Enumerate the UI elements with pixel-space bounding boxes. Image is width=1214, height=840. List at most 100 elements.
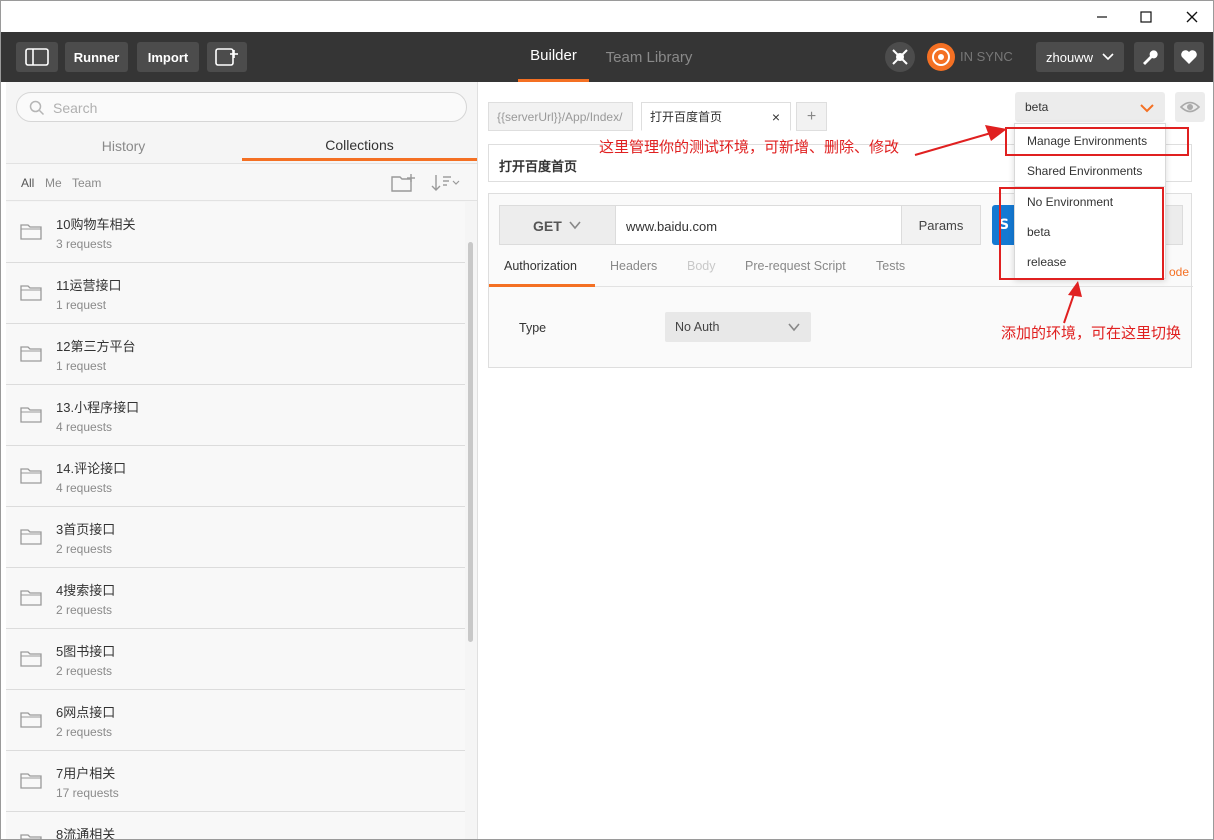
sync-status-label: IN SYNC bbox=[960, 49, 1013, 64]
heart-icon bbox=[1181, 50, 1197, 64]
collection-item[interactable]: 10购物车相关 3 requests bbox=[6, 202, 465, 263]
collection-name: 3首页接口 bbox=[56, 522, 116, 537]
add-tab-button[interactable]: + bbox=[796, 102, 827, 131]
folder-icon bbox=[20, 346, 42, 362]
import-button[interactable]: Import bbox=[137, 42, 199, 72]
environment-selected: beta bbox=[1025, 100, 1049, 114]
folder-icon bbox=[20, 285, 42, 301]
collection-list: 10购物车相关 3 requests 11运营接口 1 request 12第三… bbox=[6, 202, 465, 840]
collection-count: 4 requests bbox=[56, 420, 113, 434]
request-tab[interactable]: {{serverUrl}}/App/Index/ bbox=[488, 102, 633, 131]
chevron-down-icon bbox=[1140, 104, 1154, 113]
tab-team-library[interactable]: Team Library bbox=[599, 32, 699, 82]
close-tab-icon[interactable]: × bbox=[772, 109, 780, 125]
collection-name: 12第三方平台 bbox=[56, 339, 136, 354]
wrench-icon bbox=[1143, 50, 1158, 65]
folder-icon bbox=[20, 407, 42, 423]
folder-icon bbox=[20, 529, 42, 545]
tab-headers[interactable]: Headers bbox=[610, 259, 657, 273]
collection-name: 7用户相关 bbox=[56, 766, 116, 781]
sync-status-icon[interactable] bbox=[926, 42, 956, 72]
search-input[interactable]: Search bbox=[16, 92, 467, 122]
sidebar-icon bbox=[25, 48, 49, 66]
collection-item[interactable]: 12第三方平台 1 request bbox=[6, 324, 465, 385]
collection-count: 1 request bbox=[56, 298, 107, 312]
collection-item[interactable]: 14.评论接口 4 requests bbox=[6, 446, 465, 507]
tab-builder[interactable]: Builder bbox=[518, 32, 589, 82]
request-tab-active[interactable]: 打开百度首页 × bbox=[641, 102, 791, 131]
new-window-button[interactable] bbox=[207, 42, 247, 72]
tab-authorization[interactable]: Authorization bbox=[504, 259, 577, 273]
url-input[interactable]: www.baidu.com bbox=[615, 205, 902, 245]
app-header: Runner Import Builder Team Library IN SY… bbox=[1, 32, 1213, 82]
tab-pre-request-script[interactable]: Pre-request Script bbox=[745, 259, 846, 273]
collection-name: 6网点接口 bbox=[56, 705, 116, 720]
tab-body[interactable]: Body bbox=[687, 259, 716, 273]
shared-environments-option[interactable]: Shared Environments bbox=[1027, 164, 1142, 178]
heart-button[interactable] bbox=[1174, 42, 1204, 72]
chevron-down-icon bbox=[569, 221, 581, 230]
method-select[interactable]: GET bbox=[499, 205, 616, 245]
auth-type-select[interactable]: No Auth bbox=[665, 312, 811, 342]
collection-filters: All Me Team bbox=[6, 163, 477, 201]
request-tab-label: 打开百度首页 bbox=[650, 110, 723, 124]
satellite-icon bbox=[892, 49, 908, 65]
collection-count: 2 requests bbox=[56, 542, 113, 556]
sidebar: Search History Collections All Me Team 1… bbox=[6, 82, 478, 840]
collection-item[interactable]: 3首页接口 2 requests bbox=[6, 507, 465, 568]
interceptor-button[interactable] bbox=[885, 42, 915, 72]
generate-code-link[interactable]: ode bbox=[1169, 265, 1189, 279]
collection-count: 1 request bbox=[56, 359, 107, 373]
active-subtab-indicator bbox=[489, 284, 595, 287]
collection-name: 13.小程序接口 bbox=[56, 400, 140, 415]
collection-name: 14.评论接口 bbox=[56, 461, 127, 476]
filter-me[interactable]: Me bbox=[45, 176, 62, 190]
filter-team[interactable]: Team bbox=[72, 176, 101, 190]
params-button[interactable]: Params bbox=[901, 205, 981, 245]
collection-item[interactable]: 4搜索接口 2 requests bbox=[6, 568, 465, 629]
environment-select[interactable]: beta bbox=[1015, 92, 1165, 122]
runner-button[interactable]: Runner bbox=[65, 42, 128, 72]
sort-icon[interactable] bbox=[431, 174, 461, 192]
tab-history[interactable]: History bbox=[6, 132, 241, 160]
eye-icon bbox=[1180, 101, 1200, 113]
collection-item[interactable]: 7用户相关 17 requests bbox=[6, 751, 465, 812]
auth-type-label: Type bbox=[519, 321, 547, 335]
search-placeholder: Search bbox=[53, 100, 98, 116]
folder-icon bbox=[20, 468, 42, 484]
folder-icon bbox=[20, 773, 42, 789]
folder-icon bbox=[20, 712, 42, 728]
tab-tests[interactable]: Tests bbox=[876, 259, 905, 273]
postman-window: Runner Import Builder Team Library IN SY… bbox=[0, 0, 1214, 840]
collection-item[interactable]: 5图书接口 2 requests bbox=[6, 629, 465, 690]
settings-button[interactable] bbox=[1134, 42, 1164, 72]
collection-item[interactable]: 13.小程序接口 4 requests bbox=[6, 385, 465, 446]
sidebar-scrollbar[interactable] bbox=[468, 242, 473, 642]
toggle-sidebar-button[interactable] bbox=[16, 42, 58, 72]
tab-collections[interactable]: Collections bbox=[242, 132, 477, 161]
filter-all[interactable]: All bbox=[21, 176, 34, 190]
collection-count: 2 requests bbox=[56, 725, 113, 739]
environment-quick-look-button[interactable] bbox=[1175, 92, 1205, 122]
collection-name: 10购物车相关 bbox=[56, 217, 136, 232]
folder-icon bbox=[20, 651, 42, 667]
url-value: www.baidu.com bbox=[626, 219, 718, 234]
collection-count: 17 requests bbox=[56, 786, 119, 800]
collection-name: 5图书接口 bbox=[56, 644, 116, 659]
manage-annotation: 这里管理你的测试环境，可新增、删除、修改 bbox=[599, 138, 900, 156]
collection-item[interactable]: 11运营接口 1 request bbox=[6, 263, 465, 324]
new-window-icon bbox=[215, 48, 238, 66]
request-name: 打开百度首页 bbox=[499, 160, 578, 175]
save-dropdown-button[interactable] bbox=[1163, 205, 1183, 245]
user-menu[interactable]: zhouww bbox=[1036, 42, 1124, 72]
collection-name: 8流通相关 bbox=[56, 827, 116, 840]
maximize-icon[interactable] bbox=[1123, 1, 1169, 32]
title-bar bbox=[1, 1, 1213, 32]
close-icon[interactable] bbox=[1169, 1, 1213, 32]
minimize-icon[interactable] bbox=[1079, 1, 1125, 32]
environments-highlight-box bbox=[999, 187, 1164, 280]
collection-item[interactable]: 8流通相关 bbox=[6, 812, 465, 840]
new-collection-icon[interactable] bbox=[391, 173, 417, 193]
collection-item[interactable]: 6网点接口 2 requests bbox=[6, 690, 465, 751]
switch-annotation: 添加的环境，可在这里切换 bbox=[1001, 324, 1182, 342]
